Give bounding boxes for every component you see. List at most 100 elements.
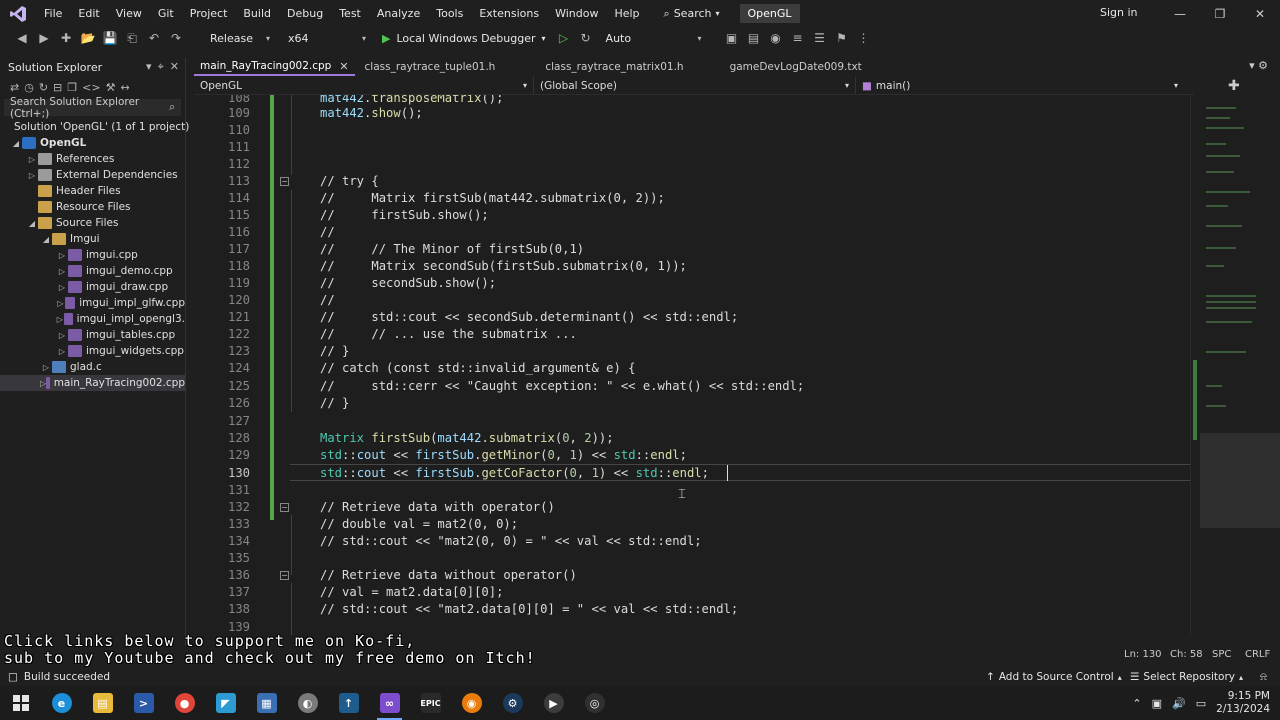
menu-extensions[interactable]: Extensions [471, 0, 547, 27]
navigate-forward-icon[interactable]: ▶ [36, 30, 52, 46]
new-item-icon[interactable]: ✚ [58, 30, 74, 46]
split-editor-icon[interactable]: ✚ [1228, 78, 1240, 94]
platform-select[interactable]: x64 ▾ [282, 29, 372, 47]
menu-test[interactable]: Test [331, 0, 369, 27]
app-icon[interactable]: ◐ [287, 686, 328, 720]
notification-bell-icon[interactable]: ⍾ [1260, 671, 1267, 684]
tree-item-external-dependencies[interactable]: ▷ External Dependencies [0, 167, 185, 183]
network-icon[interactable]: ▣ [1152, 697, 1162, 710]
close-icon[interactable]: ✕ [170, 60, 179, 74]
tree-item-resource-files[interactable]: Resource Files [0, 199, 185, 215]
tool-icon[interactable]: ◤ [205, 686, 246, 720]
add-to-source-control-button[interactable]: ↑ Add to Source Control ▴ [986, 671, 1122, 683]
minimap-viewport[interactable] [1200, 433, 1280, 528]
tree-item-imgui[interactable]: ◢ Imgui [0, 231, 185, 247]
menu-edit[interactable]: Edit [70, 0, 107, 27]
blender-icon[interactable]: ◉ [451, 686, 492, 720]
visual-studio-logo-icon[interactable] [0, 0, 36, 27]
collapse-icon[interactable]: − [280, 571, 289, 580]
breakpoint-icon[interactable]: ◉ [768, 30, 784, 46]
code-icon[interactable]: <> [82, 81, 100, 94]
comment-icon[interactable]: ☰ [812, 30, 828, 46]
sync-icon[interactable]: ⇄ [10, 81, 19, 94]
chevron-right-icon[interactable]: ▷ [56, 267, 68, 276]
column-indicator[interactable]: Ch: 58 [1170, 649, 1203, 660]
tab-devlog[interactable]: gameDevLogDate009.txt [724, 58, 868, 76]
chevron-right-icon[interactable]: ▷ [56, 331, 68, 340]
pin-icon[interactable]: ⌖ [158, 60, 164, 74]
chevron-right-icon[interactable]: ▷ [56, 347, 68, 356]
chrome-icon[interactable]: ● [164, 686, 205, 720]
start-without-debugging-icon[interactable]: ▷ [556, 30, 572, 46]
project-dropdown[interactable]: OpenGL ▾ [194, 76, 534, 95]
powershell-icon[interactable]: > [123, 686, 164, 720]
collapse-icon[interactable]: − [280, 503, 289, 512]
menu-build[interactable]: Build [235, 0, 279, 27]
configuration-select[interactable]: Release ▾ [204, 29, 276, 47]
toolbar-tool-icon[interactable]: ▣ [724, 30, 740, 46]
chevron-up-icon[interactable]: ⌃ [1132, 697, 1141, 710]
tab-tuple[interactable]: class_raytrace_tuple01.h [359, 58, 536, 76]
properties-icon[interactable]: ⚒ [106, 81, 116, 94]
refresh-icon[interactable]: ↻ [39, 81, 48, 94]
menu-help[interactable]: Help [606, 0, 647, 27]
layout-icon[interactable]: ▤ [746, 30, 762, 46]
chevron-right-icon[interactable]: ▷ [56, 299, 65, 308]
clock[interactable]: 9:15 PM 2/13/2024 [1216, 690, 1270, 716]
scope-dropdown[interactable]: (Global Scope) ▾ [534, 76, 856, 95]
tree-item-imgui-draw[interactable]: ▷ imgui_draw.cpp [0, 279, 185, 295]
volume-icon[interactable]: 🔊 [1172, 697, 1186, 710]
battery-icon[interactable]: ▭ [1196, 697, 1206, 710]
chevron-right-icon[interactable]: ▷ [26, 155, 38, 164]
tab-matrix[interactable]: class_raytrace_matrix01.h [539, 58, 719, 76]
menu-debug[interactable]: Debug [279, 0, 331, 27]
tree-item-main-raytracing[interactable]: ▷ main_RayTracing002.cpp [0, 375, 185, 391]
solution-search-input[interactable]: Search Solution Explorer (Ctrl+;) ⌕ [4, 96, 181, 120]
sign-in-link[interactable]: Sign in [1100, 6, 1138, 19]
minimize-icon[interactable]: — [1160, 0, 1200, 27]
start-debugger-button[interactable]: ▶ Local Windows Debugger ▾ [378, 32, 550, 45]
line-ending-indicator[interactable]: CRLF [1245, 649, 1270, 660]
edge-icon[interactable]: e [41, 686, 82, 720]
maximize-icon[interactable]: ❐ [1200, 0, 1240, 27]
undo-icon[interactable]: ↶ [146, 30, 162, 46]
file-explorer-icon[interactable]: ▤ [82, 686, 123, 720]
obs-icon[interactable]: ◎ [574, 686, 615, 720]
preview-icon[interactable]: ↔ [120, 81, 129, 94]
tree-item-header-files[interactable]: Header Files [0, 183, 185, 199]
scrollbar-thumb[interactable] [1193, 360, 1197, 440]
close-icon[interactable]: ✕ [1240, 0, 1280, 27]
chevron-right-icon[interactable]: ▷ [56, 283, 68, 292]
target-select[interactable]: Auto ▾ [599, 29, 708, 47]
build-status[interactable]: □ Build succeeded [0, 671, 110, 683]
chevron-down-icon[interactable]: ◢ [26, 219, 38, 228]
menu-git[interactable]: Git [150, 0, 182, 27]
chevron-right-icon[interactable]: ▷ [26, 171, 38, 180]
media-player-icon[interactable]: ▶ [533, 686, 574, 720]
more-icon[interactable]: ⋮ [856, 30, 872, 46]
chevron-right-icon[interactable]: ▷ [56, 251, 68, 260]
collapse-icon[interactable]: − [280, 177, 289, 186]
tree-item-imgui-widgets[interactable]: ▷ imgui_widgets.cpp [0, 343, 185, 359]
menu-analyze[interactable]: Analyze [369, 0, 428, 27]
menu-window[interactable]: Window [547, 0, 606, 27]
open-folder-icon[interactable]: 📂 [80, 30, 96, 46]
visual-studio-icon[interactable]: ∞ [369, 686, 410, 720]
menu-file[interactable]: File [36, 0, 70, 27]
calculator-icon[interactable]: ▦ [246, 686, 287, 720]
tree-item-imgui-demo[interactable]: ▷ imgui_demo.cpp [0, 263, 185, 279]
chevron-down-icon[interactable]: ▾ [146, 60, 152, 74]
tree-item-imgui-impl-opengl3[interactable]: ▷ imgui_impl_opengl3. [0, 311, 185, 327]
show-all-files-icon[interactable]: ❐ [67, 81, 77, 94]
menu-project[interactable]: Project [182, 0, 236, 27]
tree-item-glad[interactable]: ▷ glad.c [0, 359, 185, 375]
menu-view[interactable]: View [108, 0, 150, 27]
tab-main-raytracing[interactable]: main_RayTracing002.cpp ✕ [194, 58, 355, 76]
whitespace-indicator[interactable]: SPC [1212, 649, 1231, 660]
tree-item-imgui-impl-glfw[interactable]: ▷ imgui_impl_glfw.cpp [0, 295, 185, 311]
tree-item-source-files[interactable]: ◢ Source Files [0, 215, 185, 231]
tree-item-project[interactable]: ◢ OpenGL [0, 135, 185, 151]
member-dropdown[interactable]: ■ main() ▾ [856, 77, 1184, 95]
chevron-down-icon[interactable]: ◢ [10, 139, 22, 148]
app-icon[interactable]: ↑ [328, 686, 369, 720]
